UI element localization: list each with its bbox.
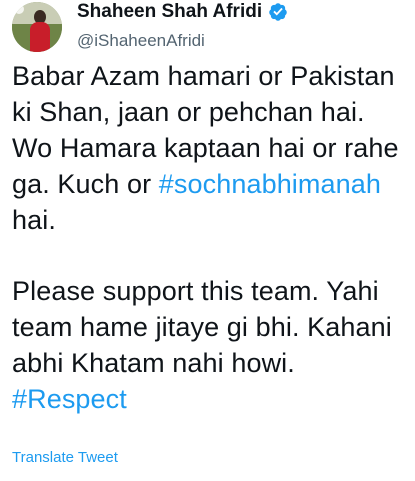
tweet-text: Babar Azam hamari or Pakistan ki Shan, j…	[12, 58, 408, 417]
tweet-paragraph-1: Babar Azam hamari or Pakistan ki Shan, j…	[12, 58, 408, 238]
author-name-row[interactable]: Shaheen Shah Afridi	[77, 0, 288, 24]
author-block: Shaheen Shah Afridi @iShaheenAfridi	[77, 0, 288, 52]
tweet-text-segment: Please support this team. Yahi team hame…	[12, 276, 392, 378]
avatar[interactable]	[12, 2, 62, 52]
author-display-name[interactable]: Shaheen Shah Afridi	[77, 0, 262, 24]
hashtag-link[interactable]: #Respect	[12, 384, 127, 414]
hashtag-link[interactable]: #sochnabhimanah	[159, 169, 381, 199]
tweet-paragraph-2: Please support this team. Yahi team hame…	[12, 273, 408, 417]
author-handle[interactable]: @iShaheenAfridi	[77, 30, 288, 52]
tweet: Shaheen Shah Afridi @iShaheenAfridi Baba…	[0, 0, 415, 481]
translate-tweet-link[interactable]: Translate Tweet	[12, 448, 118, 468]
verified-badge-icon	[269, 3, 287, 21]
tweet-text-segment: hai.	[12, 205, 56, 235]
tweet-header: Shaheen Shah Afridi @iShaheenAfridi	[12, 0, 412, 58]
